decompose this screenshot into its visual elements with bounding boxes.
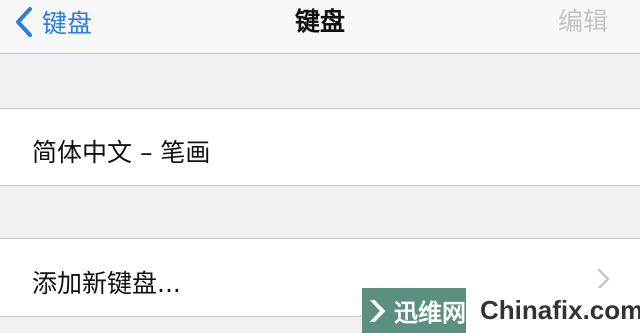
watermark: 迅维网 Chinafix.com [362,288,640,333]
chevron-right-icon [597,268,610,290]
keyboard-row-stroke[interactable]: 简体中文 – 笔画 [0,108,640,186]
navigation-bar: 键盘 键盘 编辑 [0,0,640,54]
watermark-site: Chinafix.com [480,295,640,325]
add-new-keyboard-label: 添加新键盘... [32,269,181,298]
keyboard-label: 简体中文 – 笔画 [32,138,211,167]
page-title: 键盘 [294,7,345,36]
watermark-brand: 迅维网 [394,299,466,327]
arrow-logo-icon [369,299,386,322]
edit-button[interactable]: 编辑 [558,0,608,44]
watermark-logo: 迅维网 [362,288,466,333]
